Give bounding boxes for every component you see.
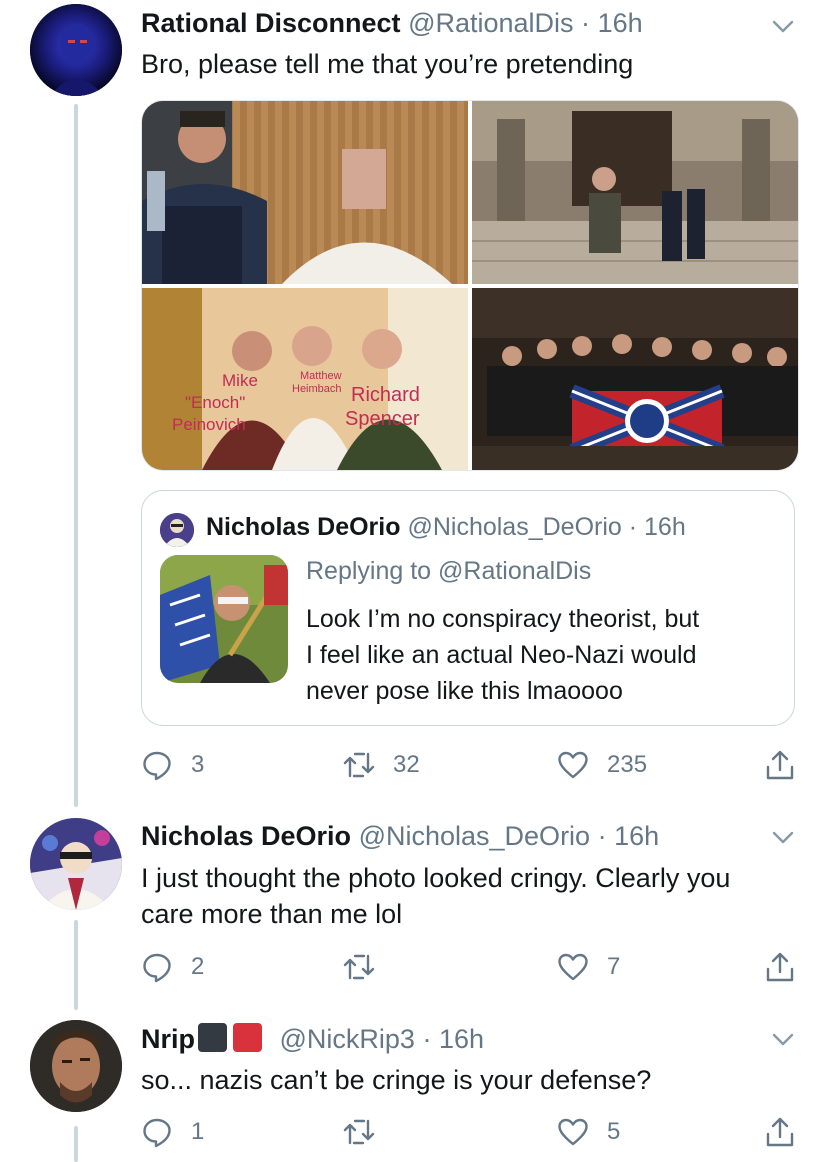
timestamp[interactable]: 16h: [598, 8, 643, 38]
share-button[interactable]: [764, 749, 814, 781]
tweet-text: Bro, please tell me that you’re pretendi…: [141, 49, 634, 79]
avatar[interactable]: [30, 4, 122, 96]
replying-to[interactable]: Replying to @RationalDis: [306, 557, 591, 586]
display-name[interactable]: Rational Disconnect: [141, 8, 401, 38]
user-handle[interactable]: @Nicholas_DeOrio: [359, 821, 591, 851]
like-count: 235: [607, 751, 648, 778]
like-count: 5: [607, 1118, 621, 1145]
avatar[interactable]: [30, 818, 122, 910]
quote-separator: ·: [628, 513, 638, 541]
thread-line: [74, 920, 78, 1010]
retweet-icon: [343, 752, 375, 778]
caption-mike-line2: "Enoch": [185, 393, 245, 412]
separator: ·: [422, 1024, 432, 1054]
retweet-button[interactable]: 32: [343, 749, 420, 781]
retweet-button[interactable]: [343, 1116, 393, 1148]
retweet-icon: [343, 954, 375, 980]
flag-emoji-red: [233, 1023, 262, 1052]
tweet-text-line: I just thought the photo looked cringy. …: [141, 863, 731, 893]
chevron-down-icon[interactable]: [769, 1025, 797, 1053]
share-icon: [766, 750, 794, 780]
share-icon: [766, 952, 794, 982]
reply-button[interactable]: 2: [141, 951, 204, 983]
reply-count: 3: [191, 751, 205, 778]
quote-handle[interactable]: @Nicholas_DeOrio: [407, 513, 621, 541]
media-image-group-three[interactable]: Mike "Enoch" Peinovich Matthew Heimbach …: [142, 288, 468, 470]
quote-text-line: never pose like this lmaoooo: [306, 677, 623, 705]
retweet-count: 32: [393, 751, 420, 778]
like-button[interactable]: 235: [557, 749, 647, 781]
chevron-down-icon[interactable]: [769, 12, 797, 40]
user-handle[interactable]: @NickRip3: [280, 1024, 415, 1054]
retweet-icon: [343, 1119, 375, 1145]
timestamp[interactable]: 16h: [614, 821, 659, 851]
user-handle[interactable]: @RationalDis: [408, 8, 573, 38]
caption-mike-line1: Mike: [222, 371, 258, 390]
tweet-text-line: care more than me lol: [141, 899, 403, 929]
like-count: 7: [607, 953, 621, 980]
caption-matthew-line1: Matthew: [300, 370, 342, 382]
avatar[interactable]: [30, 1020, 122, 1112]
quote-header: Nicholas DeOrio @Nicholas_DeOrio · 16h: [206, 513, 686, 542]
retweet-button[interactable]: [343, 951, 393, 983]
quote-text-line: I feel like an actual Neo-Nazi would: [306, 641, 697, 669]
caption-mike-line3: Peinovich: [172, 415, 246, 434]
reply-icon: [143, 751, 171, 781]
caption-richard-line1: Richard: [351, 384, 420, 406]
reply-button[interactable]: 3: [141, 749, 204, 781]
display-name[interactable]: Nrip: [141, 1024, 195, 1054]
quote-timestamp[interactable]: 16h: [644, 513, 686, 541]
reply-button[interactable]: 1: [141, 1116, 204, 1148]
heart-icon: [558, 1118, 588, 1146]
caption-matthew-line2: Heimbach: [292, 383, 342, 395]
like-button[interactable]: 5: [557, 1116, 620, 1148]
media-image-courtroom[interactable]: [142, 101, 468, 284]
display-name[interactable]: Nicholas DeOrio: [141, 821, 351, 851]
share-button[interactable]: [764, 1116, 814, 1148]
heart-icon: [558, 751, 588, 779]
quote-avatar[interactable]: [160, 513, 194, 547]
timestamp[interactable]: 16h: [439, 1024, 484, 1054]
reply-icon: [143, 953, 171, 983]
tweet-header: Nrip @NickRip3 · 16h: [141, 1023, 484, 1055]
quote-text-line: Look I’m no conspiracy theorist, but: [306, 605, 700, 633]
caption-richard-line2: Spencer: [345, 408, 420, 430]
share-icon: [766, 1117, 794, 1147]
flag-emoji-dark: [198, 1023, 227, 1052]
separator: ·: [597, 821, 607, 851]
chevron-down-icon[interactable]: [769, 823, 797, 851]
media-image-steps[interactable]: [472, 101, 798, 284]
like-button[interactable]: 7: [557, 951, 620, 983]
tweet-text: I just thought the photo looked cringy. …: [141, 860, 801, 932]
heart-icon: [558, 953, 588, 981]
thread-line: [74, 1126, 78, 1162]
tweet-text: so... nazis can’t be cringe is your defe…: [141, 1065, 652, 1095]
tweet-header: Nicholas DeOrio @Nicholas_DeOrio · 16h: [141, 821, 659, 852]
tweet-header: Rational Disconnect @RationalDis · 16h: [141, 8, 643, 39]
separator: ·: [581, 8, 591, 38]
quoted-tweet[interactable]: Nicholas DeOrio @Nicholas_DeOrio · 16h R…: [141, 490, 795, 726]
reply-icon: [143, 1118, 171, 1148]
quote-text: Look I’m no conspiracy theorist, but I f…: [306, 601, 699, 709]
media-grid[interactable]: Mike "Enoch" Peinovich Matthew Heimbach …: [141, 100, 799, 471]
quote-display-name[interactable]: Nicholas DeOrio: [206, 513, 401, 541]
reply-count: 2: [191, 953, 205, 980]
quote-image[interactable]: [160, 555, 288, 683]
thread-line: [74, 104, 78, 807]
media-image-crowd-flag[interactable]: [472, 288, 798, 470]
reply-count: 1: [191, 1118, 205, 1145]
share-button[interactable]: [764, 951, 814, 983]
